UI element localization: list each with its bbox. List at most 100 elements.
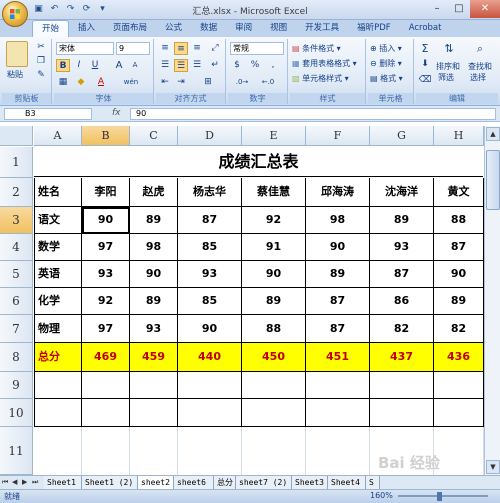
format-painter-icon[interactable]: ✎ <box>34 69 48 82</box>
row-header[interactable]: 11 <box>0 427 33 475</box>
table-cell[interactable]: 英语 <box>34 261 82 288</box>
align-bottom-icon[interactable]: ≡ <box>190 42 204 55</box>
table-cell[interactable]: 90 <box>242 261 306 288</box>
row-header[interactable]: 1 <box>0 147 33 178</box>
table-cell[interactable]: 李阳 <box>82 178 130 207</box>
number-format-select[interactable]: 常规 <box>230 42 284 55</box>
table-cell[interactable]: 97 <box>82 234 130 261</box>
table-cell[interactable] <box>130 427 178 475</box>
column-header[interactable]: F <box>306 126 370 146</box>
table-cell[interactable]: 87 <box>306 315 370 343</box>
row-header[interactable]: 9 <box>0 372 33 399</box>
row-header[interactable]: 6 <box>0 288 33 315</box>
column-header[interactable]: H <box>434 126 484 146</box>
align-middle-icon[interactable]: ≡ <box>174 42 188 55</box>
sheet-tab[interactable]: Sheet3 <box>292 476 328 489</box>
table-cell[interactable]: 451 <box>306 343 370 372</box>
table-cell[interactable]: 450 <box>242 343 306 372</box>
table-cell[interactable]: 89 <box>242 288 306 315</box>
prev-sheet-icon[interactable]: ◀ <box>12 478 17 486</box>
fill-color-icon[interactable]: ◆ <box>74 76 88 89</box>
cut-icon[interactable]: ✂ <box>34 41 48 54</box>
name-box[interactable]: B3 <box>4 108 92 120</box>
orientation-icon[interactable]: ⤢ <box>208 42 222 55</box>
scroll-up-icon[interactable]: ▲ <box>486 127 500 141</box>
table-cell[interactable]: 总分 <box>34 343 82 372</box>
table-cell[interactable]: 87 <box>370 261 434 288</box>
table-cell[interactable] <box>306 372 370 399</box>
table-cell[interactable] <box>434 399 484 427</box>
sheet-tab[interactable]: Sheet1 <box>44 476 82 489</box>
tab-review[interactable]: 审阅 <box>226 20 261 37</box>
scroll-thumb[interactable] <box>486 150 500 210</box>
table-cell[interactable]: 黄文 <box>434 178 484 207</box>
underline-button[interactable]: U <box>88 59 102 72</box>
font-color-button[interactable]: A <box>94 76 108 89</box>
row-header[interactable]: 5 <box>0 261 33 288</box>
font-size-select[interactable]: 9 <box>116 42 150 55</box>
table-cell[interactable]: 93 <box>178 261 242 288</box>
tab-foxit-pdf[interactable]: 福昕PDF <box>348 20 400 37</box>
column-header[interactable]: A <box>34 126 82 146</box>
italic-button[interactable]: I <box>72 59 86 72</box>
table-cell[interactable]: 语文 <box>34 207 82 234</box>
insert-function-button[interactable]: fx <box>112 108 121 118</box>
table-cell[interactable] <box>82 399 130 427</box>
formula-input[interactable]: 90 <box>130 108 496 120</box>
table-cell[interactable]: 89 <box>130 207 178 234</box>
font-name-select[interactable]: 宋体 <box>56 42 114 55</box>
increase-indent-icon[interactable]: ⇥ <box>174 76 188 89</box>
table-cell[interactable]: 459 <box>130 343 178 372</box>
table-cell[interactable] <box>306 399 370 427</box>
sort-filter-button[interactable]: 排序和 <box>436 61 460 72</box>
grow-font-button[interactable]: A <box>112 59 126 72</box>
table-cell[interactable]: 86 <box>370 288 434 315</box>
conditional-formatting-button[interactable]: ▤ 条件格式 ▾ <box>292 43 341 54</box>
table-cell[interactable] <box>242 372 306 399</box>
table-cell[interactable] <box>82 427 130 475</box>
wrap-text-icon[interactable]: ↵ <box>208 59 222 72</box>
border-icon[interactable]: ▦ <box>56 76 70 89</box>
maximize-button[interactable]: □ <box>448 0 470 18</box>
column-header[interactable]: G <box>370 126 434 146</box>
table-cell[interactable]: 蔡佳慧 <box>242 178 306 207</box>
row-header[interactable]: 10 <box>0 399 33 427</box>
table-cell[interactable] <box>178 427 242 475</box>
sheet-tab[interactable]: sheet7 (2) <box>236 476 292 489</box>
percent-button[interactable]: % <box>248 59 262 72</box>
sheet-tab[interactable]: S <box>366 476 380 489</box>
table-cell[interactable]: 469 <box>82 343 130 372</box>
table-cell[interactable]: 89 <box>370 207 434 234</box>
office-button[interactable] <box>2 1 28 27</box>
align-top-icon[interactable]: ≡ <box>158 42 172 55</box>
increase-decimal-icon[interactable]: .0→ <box>230 76 254 89</box>
merge-center-icon[interactable]: ⊞ <box>196 76 220 89</box>
table-cell[interactable]: 90 <box>434 261 484 288</box>
table-cell[interactable] <box>434 427 484 475</box>
tab-acrobat[interactable]: Acrobat <box>400 20 451 37</box>
table-cell[interactable]: 98 <box>306 207 370 234</box>
table-cell[interactable] <box>34 427 82 475</box>
align-left-icon[interactable]: ☰ <box>158 59 172 72</box>
table-cell[interactable]: 82 <box>370 315 434 343</box>
table-cell[interactable]: 91 <box>242 234 306 261</box>
scroll-down-icon[interactable]: ▼ <box>486 460 500 474</box>
find-select-button[interactable]: 查找和 <box>468 61 492 72</box>
table-cell[interactable]: 87 <box>178 207 242 234</box>
row-header[interactable]: 8 <box>0 343 33 372</box>
minimize-button[interactable]: – <box>426 0 448 18</box>
table-cell[interactable]: 邱海涛 <box>306 178 370 207</box>
delete-cells-button[interactable]: ⊖ 删除 ▾ <box>370 58 402 69</box>
table-cell[interactable]: 92 <box>82 288 130 315</box>
clear-icon[interactable]: ⌫ <box>418 74 432 87</box>
table-cell[interactable]: 98 <box>130 234 178 261</box>
tab-formulas[interactable]: 公式 <box>156 20 191 37</box>
tab-developer[interactable]: 开发工具 <box>296 20 348 37</box>
table-cell[interactable]: 92 <box>242 207 306 234</box>
copy-icon[interactable]: ❐ <box>34 55 48 68</box>
tab-insert[interactable]: 插入 <box>69 20 104 37</box>
tab-page-layout[interactable]: 页面布局 <box>104 20 156 37</box>
find-select-button-line2[interactable]: 选择 <box>470 72 486 83</box>
table-cell[interactable] <box>82 372 130 399</box>
table-cell[interactable]: 97 <box>82 315 130 343</box>
